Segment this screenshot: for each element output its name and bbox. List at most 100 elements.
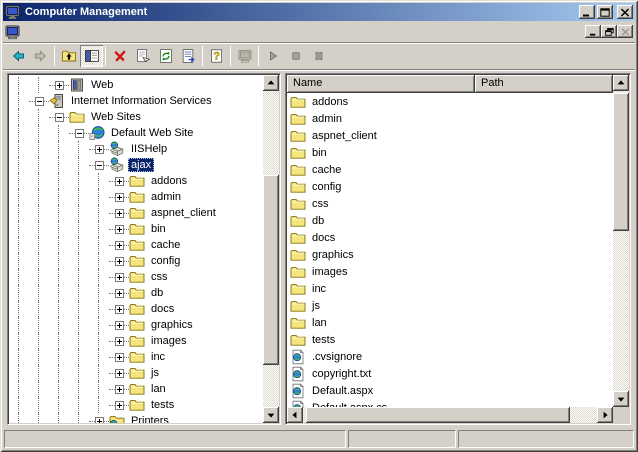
scrollbar-track[interactable] <box>303 407 597 423</box>
tree-item[interactable]: Web <box>9 77 263 93</box>
scroll-left-button[interactable] <box>287 407 303 423</box>
tree-expander-box[interactable] <box>115 193 124 202</box>
tree-expander[interactable] <box>89 157 109 173</box>
tree-item[interactable]: docs <box>9 301 263 317</box>
list-item[interactable]: copyright.txt <box>287 365 613 382</box>
list-item[interactable]: docs <box>287 229 613 246</box>
tree-expander-box[interactable] <box>115 321 124 330</box>
title-bar[interactable]: Computer Management <box>3 3 635 21</box>
start-item-button[interactable] <box>261 45 284 67</box>
tree-expander[interactable] <box>89 413 109 423</box>
tree-expander[interactable] <box>49 77 69 93</box>
list-item[interactable]: aspnet_client <box>287 127 613 144</box>
refresh-button[interactable] <box>154 45 177 67</box>
list-item[interactable]: inc <box>287 280 613 297</box>
list-item[interactable]: bin <box>287 144 613 161</box>
list-item[interactable]: graphics <box>287 246 613 263</box>
tree-expander[interactable] <box>109 253 129 269</box>
minimize-button[interactable] <box>579 5 595 19</box>
tree-item[interactable]: css <box>9 269 263 285</box>
tree-expander-box[interactable] <box>35 97 44 106</box>
list-horizontal-scrollbar[interactable] <box>287 407 613 423</box>
scrollbar-thumb[interactable] <box>613 93 629 231</box>
tree-expander-box[interactable] <box>115 401 124 410</box>
tree-item[interactable]: js <box>9 365 263 381</box>
child-close-button[interactable] <box>617 25 633 38</box>
tree-item[interactable]: inc <box>9 349 263 365</box>
menu-action[interactable] <box>37 28 53 35</box>
tree-expander-box[interactable] <box>115 241 124 250</box>
list-item[interactable]: Default.aspx.cs <box>287 399 613 407</box>
back-button[interactable] <box>6 45 29 67</box>
tree-item[interactable]: IISHelp <box>9 141 263 157</box>
forward-button[interactable] <box>29 45 52 67</box>
tree-expander[interactable] <box>109 381 129 397</box>
menu-view[interactable] <box>53 28 69 35</box>
tree-item[interactable]: config <box>9 253 263 269</box>
tree-item-selected[interactable]: ajax <box>9 157 263 173</box>
menu-window[interactable] <box>69 28 85 35</box>
tree-expander[interactable] <box>109 221 129 237</box>
column-header-path[interactable]: Path <box>475 75 613 93</box>
tree-item[interactable]: bin <box>9 221 263 237</box>
list-item[interactable]: tests <box>287 331 613 348</box>
tree-expander-box[interactable] <box>115 177 124 186</box>
tree-expander-box[interactable] <box>115 273 124 282</box>
scrollbar-track[interactable] <box>263 91 279 407</box>
tree-vertical-scrollbar[interactable] <box>263 75 279 423</box>
tree-expander[interactable] <box>109 285 129 301</box>
tree-expander-box[interactable] <box>55 81 64 90</box>
tree-expander[interactable] <box>49 109 69 125</box>
tree-item[interactable]: aspnet_client <box>9 205 263 221</box>
tree-item[interactable]: Internet Information Services <box>9 93 263 109</box>
up-one-level-button[interactable] <box>57 45 80 67</box>
tree-item[interactable]: graphics <box>9 317 263 333</box>
stop-item-button[interactable] <box>284 45 307 67</box>
tree-item[interactable]: Default Web Site <box>9 125 263 141</box>
close-button[interactable] <box>617 5 633 19</box>
tree-expander[interactable] <box>109 189 129 205</box>
maximize-button[interactable] <box>597 5 613 19</box>
child-minimize-button[interactable] <box>585 25 601 38</box>
tree-expander[interactable] <box>109 269 129 285</box>
scroll-up-button[interactable] <box>613 75 629 91</box>
tree-expander[interactable] <box>109 301 129 317</box>
list-item[interactable]: cache <box>287 161 613 178</box>
menu-help[interactable] <box>85 28 101 35</box>
tree-expander-box[interactable] <box>115 305 124 314</box>
scroll-up-button[interactable] <box>263 75 279 91</box>
list-vertical-scrollbar[interactable] <box>613 75 629 407</box>
list-item[interactable]: Default.aspx <box>287 382 613 399</box>
tree-expander-box[interactable] <box>55 113 64 122</box>
tree-item[interactable]: db <box>9 285 263 301</box>
tree-item[interactable]: tests <box>9 397 263 413</box>
tree-expander-box[interactable] <box>95 417 104 424</box>
properties-button[interactable] <box>131 45 154 67</box>
tree-item[interactable]: Web Sites <box>9 109 263 125</box>
scrollbar-thumb[interactable] <box>263 175 279 365</box>
list-item[interactable]: addons <box>287 93 613 110</box>
tree-expander-box[interactable] <box>115 353 124 362</box>
list-item[interactable]: config <box>287 178 613 195</box>
tree-expander-box[interactable] <box>115 225 124 234</box>
tree-item[interactable]: addons <box>9 173 263 189</box>
list-item[interactable]: css <box>287 195 613 212</box>
tree-expander-box[interactable] <box>115 257 124 266</box>
list-item[interactable]: js <box>287 297 613 314</box>
tree-expander[interactable] <box>109 349 129 365</box>
tree-expander[interactable] <box>109 205 129 221</box>
tree-expander[interactable] <box>109 317 129 333</box>
tree-item[interactable]: cache <box>9 237 263 253</box>
list-item[interactable]: images <box>287 263 613 280</box>
list-item[interactable]: lan <box>287 314 613 331</box>
tree-expander-box[interactable] <box>95 161 104 170</box>
pause-item-button[interactable] <box>307 45 330 67</box>
show-hide-console-tree-button[interactable] <box>80 45 103 67</box>
column-header-name[interactable]: Name <box>287 75 475 93</box>
tree-expander-box[interactable] <box>115 369 124 378</box>
computer-icon[interactable] <box>5 24 21 40</box>
tree-item[interactable]: Printers <box>9 413 263 423</box>
tree-item[interactable]: lan <box>9 381 263 397</box>
tree-expander[interactable] <box>69 125 89 141</box>
tree-item[interactable]: admin <box>9 189 263 205</box>
